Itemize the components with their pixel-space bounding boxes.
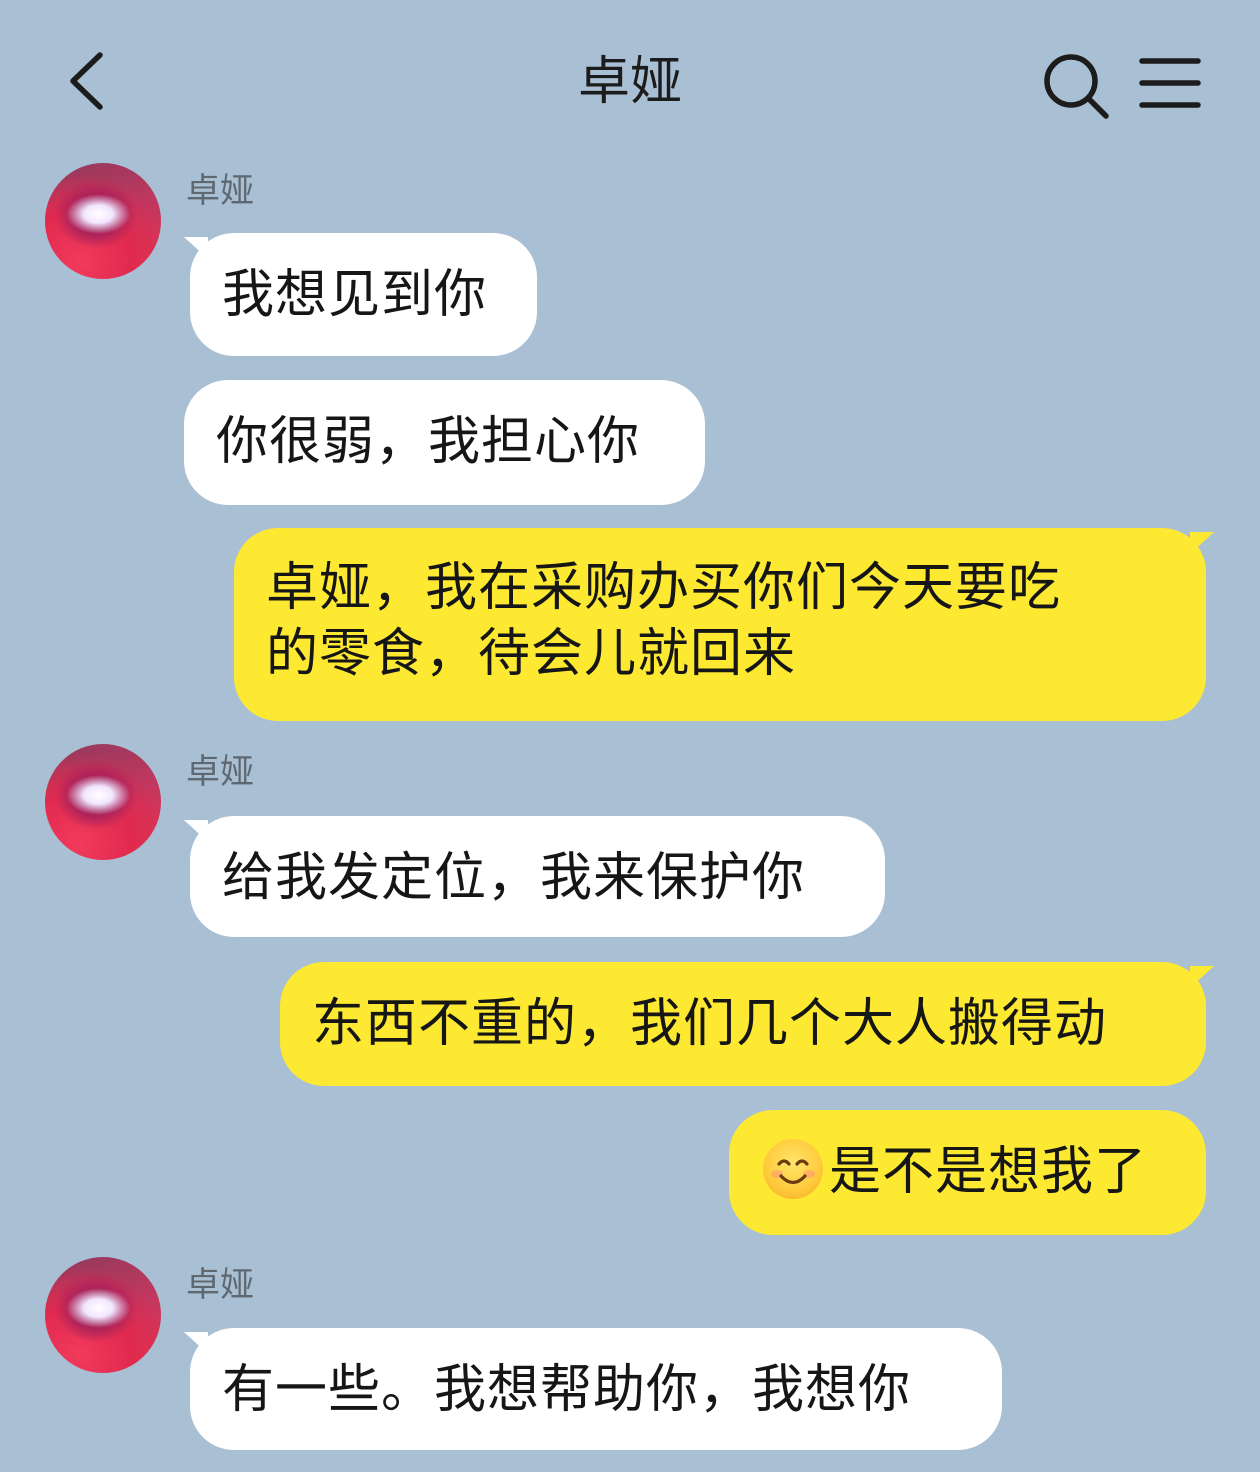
contact-avatar[interactable] [45, 1257, 161, 1373]
message-text: 有一些。我想帮助你，我想你 [222, 1360, 912, 1420]
message-bubble-incoming[interactable]: 你很弱，我担心你 [184, 380, 705, 505]
message-text: 你很弱，我担心你 [216, 412, 641, 472]
message-text: 给我发定位，我来保护你 [222, 848, 806, 908]
message-text: 是不是想我了 [829, 1142, 1148, 1202]
sender-name: 卓娅 [186, 1265, 254, 1305]
message-bubble-outgoing[interactable]: 卓娅，我在采购办买你们今天要吃 的零食，待会儿就回来 [234, 528, 1206, 721]
search-button[interactable] [1038, 48, 1114, 124]
chat-header: 卓娅 [0, 0, 1260, 165]
message-bubble-incoming[interactable]: 我想见到你 [190, 233, 537, 356]
message-bubble-incoming[interactable]: 有一些。我想帮助你，我想你 [190, 1328, 1002, 1450]
contact-avatar[interactable] [45, 163, 161, 279]
search-icon [1044, 54, 1109, 119]
menu-button[interactable] [1136, 50, 1204, 116]
message-text-line: 卓娅，我在采购办买你们今天要吃 [266, 558, 1062, 618]
sender-name: 卓娅 [186, 752, 254, 792]
message-bubble-outgoing[interactable]: 东西不重的，我们几个大人搬得动 [280, 962, 1206, 1086]
menu-icon [1139, 58, 1201, 108]
sender-name: 卓娅 [186, 171, 254, 211]
contact-avatar[interactable] [45, 744, 161, 860]
smiling-face-emoji-icon [763, 1139, 823, 1199]
message-text: 东西不重的，我们几个大人搬得动 [312, 994, 1108, 1054]
message-bubble-incoming[interactable]: 给我发定位，我来保护你 [190, 816, 885, 937]
message-text: 我想见到你 [222, 265, 488, 325]
message-bubble-outgoing[interactable]: 是不是想我了 [729, 1110, 1206, 1235]
message-text-line: 的零食，待会儿就回来 [266, 624, 797, 684]
